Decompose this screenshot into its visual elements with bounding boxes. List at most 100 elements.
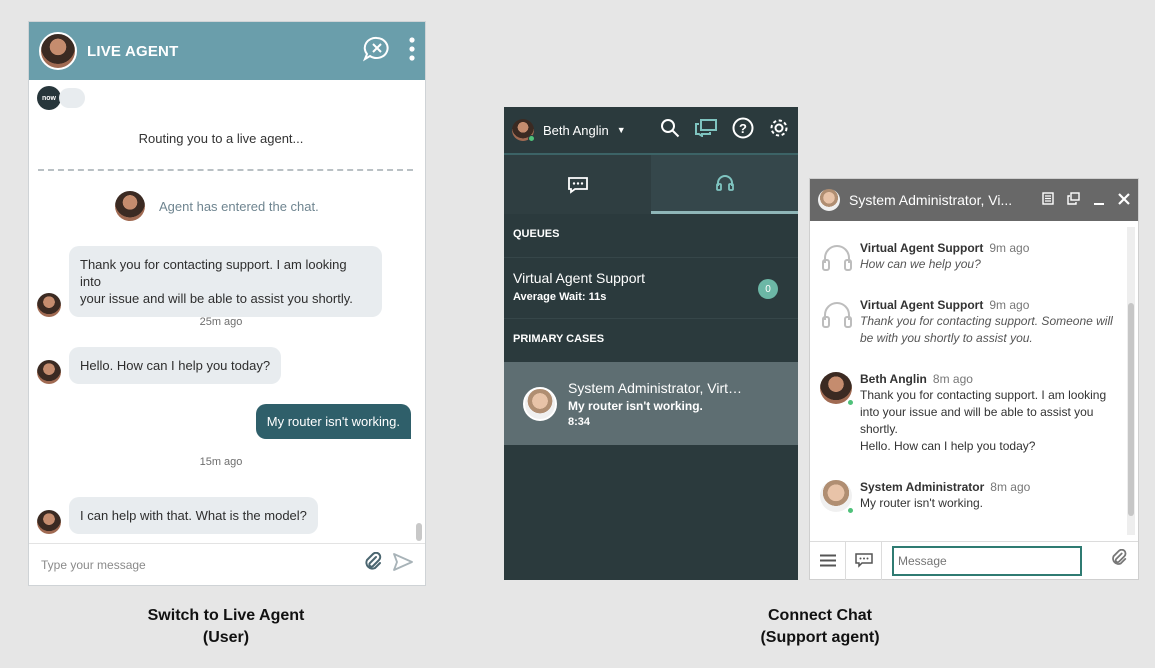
chat-message: Virtual Agent Support 9m ago Thank you fo… bbox=[820, 298, 1113, 347]
scrollbar-thumb[interactable] bbox=[416, 523, 422, 541]
queue-item[interactable]: Virtual Agent Support Average Wait: 11s … bbox=[504, 257, 798, 319]
queues-label: QUEUES bbox=[513, 228, 560, 240]
agent-avatar[interactable] bbox=[512, 119, 535, 142]
agent-avatar bbox=[37, 510, 61, 534]
chat-window-header: System Administrator, Vi... bbox=[810, 179, 1138, 221]
now-logo: now bbox=[37, 86, 61, 110]
queue-count-badge: 0 bbox=[758, 279, 778, 299]
queue-wait: Average Wait: 11s bbox=[513, 291, 607, 303]
close-chat-icon[interactable] bbox=[362, 36, 391, 67]
customer-avatar bbox=[820, 480, 854, 514]
chat-window-footer bbox=[810, 541, 1138, 580]
message-line: shortly. bbox=[860, 422, 898, 436]
agent-entered-text: Agent has entered the chat. bbox=[159, 198, 319, 214]
message-input[interactable] bbox=[892, 545, 1082, 576]
agent-message: I can help with that. What is the model? bbox=[37, 497, 318, 534]
presence-indicator bbox=[847, 507, 854, 514]
agent-tabs bbox=[504, 155, 798, 214]
send-icon[interactable] bbox=[393, 553, 413, 576]
paperclip-icon[interactable] bbox=[1110, 548, 1128, 572]
message-line: Thank you for contacting support. I am l… bbox=[860, 388, 1107, 402]
queue-name: Virtual Agent Support bbox=[513, 270, 646, 286]
agent-avatar bbox=[39, 32, 77, 70]
message-time: 25m ago bbox=[199, 316, 243, 328]
chat-message: Virtual Agent Support 9m ago How can we h… bbox=[820, 241, 1029, 275]
agent-avatar bbox=[115, 191, 145, 221]
chat-windows-icon[interactable] bbox=[694, 118, 718, 142]
message-line: your issue and will be able to assist yo… bbox=[80, 291, 353, 306]
message-line: into your issue and will be able to assi… bbox=[860, 405, 1094, 419]
agent-chat-window: System Administrator, Vi... Virtual Agen… bbox=[809, 178, 1139, 580]
record-icon[interactable] bbox=[1042, 192, 1054, 208]
chat-window-title: System Administrator, Vi... bbox=[849, 192, 1013, 208]
typing-bubble bbox=[59, 88, 85, 108]
scrollbar[interactable] bbox=[415, 81, 423, 543]
agent-message: Hello. How can I help you today? bbox=[37, 347, 282, 384]
kebab-menu-icon[interactable] bbox=[409, 36, 415, 66]
message-sender: Virtual Agent Support bbox=[860, 298, 984, 312]
scrollbar[interactable] bbox=[1127, 227, 1135, 535]
agent-toolbar: Beth Anglin ▼ ? bbox=[504, 107, 798, 155]
customer-avatar bbox=[818, 189, 840, 211]
agent-name[interactable]: Beth Anglin bbox=[543, 123, 609, 138]
scrollbar-thumb[interactable] bbox=[1128, 303, 1134, 516]
message-input[interactable]: Type your message bbox=[41, 558, 146, 572]
headset-icon bbox=[820, 298, 854, 332]
user-message-bubble: My router isn't working. bbox=[255, 404, 411, 439]
caption-line: (Support agent) bbox=[760, 629, 880, 646]
case-item[interactable]: System Administrator, Virt… My router is… bbox=[504, 362, 798, 445]
message-input-bar[interactable]: Type your message bbox=[29, 543, 425, 585]
case-subtitle: My router isn't working. bbox=[568, 398, 703, 413]
message-sender: Beth Anglin bbox=[860, 372, 927, 386]
tab-support[interactable] bbox=[651, 155, 798, 214]
popout-icon[interactable] bbox=[1067, 192, 1080, 208]
caption-line: (User) bbox=[202, 629, 250, 646]
agent-avatar bbox=[37, 293, 61, 317]
caption-left: Switch to Live Agent (User) bbox=[90, 605, 362, 649]
message-time: 8m ago bbox=[932, 372, 973, 386]
help-icon[interactable]: ? bbox=[732, 117, 754, 144]
message-sender: System Administrator bbox=[860, 480, 985, 494]
user-chat-widget: LIVE AGENT now Routing you to a live age… bbox=[28, 21, 426, 586]
message-line: How can we help you? bbox=[860, 257, 981, 271]
chat-transcript: now Routing you to a live agent... Agent… bbox=[29, 81, 413, 543]
divider bbox=[38, 169, 413, 171]
tab-chats[interactable] bbox=[504, 155, 651, 214]
widget-title: LIVE AGENT bbox=[87, 42, 179, 60]
message-time: 8m ago bbox=[990, 480, 1031, 494]
chat-message: Beth Anglin 8m ago Thank you for contacti… bbox=[820, 372, 1106, 455]
message-line: My router isn't working. bbox=[860, 496, 983, 510]
paperclip-icon[interactable] bbox=[363, 551, 383, 577]
user-message: My router isn't working. bbox=[255, 404, 411, 439]
message-bubble: I can help with that. What is the model? bbox=[69, 497, 318, 534]
gear-icon[interactable] bbox=[768, 117, 790, 144]
headset-icon bbox=[715, 175, 734, 191]
caption-line: Connect Chat bbox=[768, 607, 872, 624]
caption-right: Connect Chat (Support agent) bbox=[700, 605, 940, 649]
case-title: System Administrator, Virt… bbox=[568, 379, 743, 396]
primary-cases-label: PRIMARY CASES bbox=[513, 333, 605, 345]
now-bot-row: now bbox=[37, 86, 85, 110]
quick-message-icon[interactable] bbox=[846, 541, 882, 580]
minimize-icon[interactable] bbox=[1093, 192, 1105, 208]
presence-indicator bbox=[528, 135, 535, 142]
caption-line: Switch to Live Agent bbox=[147, 607, 305, 624]
message-line: be with you shortly to assist you. bbox=[860, 331, 1033, 345]
agent-avatar bbox=[37, 360, 61, 384]
message-time: 15m ago bbox=[199, 456, 243, 468]
widget-header: LIVE AGENT bbox=[29, 22, 425, 80]
agent-workspace-panel: Beth Anglin ▼ ? QUEUES Virtual Agent Sup… bbox=[504, 107, 798, 580]
case-time: 8:34 bbox=[568, 415, 591, 428]
headset-icon bbox=[820, 241, 854, 275]
message-bubble: Thank you for contacting support. I am l… bbox=[69, 246, 382, 317]
menu-icon[interactable] bbox=[810, 541, 846, 580]
agent-entered-notice: Agent has entered the chat. bbox=[115, 191, 319, 221]
search-icon[interactable] bbox=[660, 118, 680, 143]
customer-avatar bbox=[523, 386, 557, 421]
chat-window-transcript: Virtual Agent Support 9m ago How can we h… bbox=[810, 221, 1124, 541]
chevron-down-icon[interactable]: ▼ bbox=[617, 125, 626, 135]
close-icon[interactable] bbox=[1118, 192, 1130, 208]
routing-status: Routing you to a live agent... bbox=[138, 131, 304, 146]
svg-text:?: ? bbox=[739, 121, 747, 136]
chat-bubble-icon bbox=[567, 176, 588, 194]
